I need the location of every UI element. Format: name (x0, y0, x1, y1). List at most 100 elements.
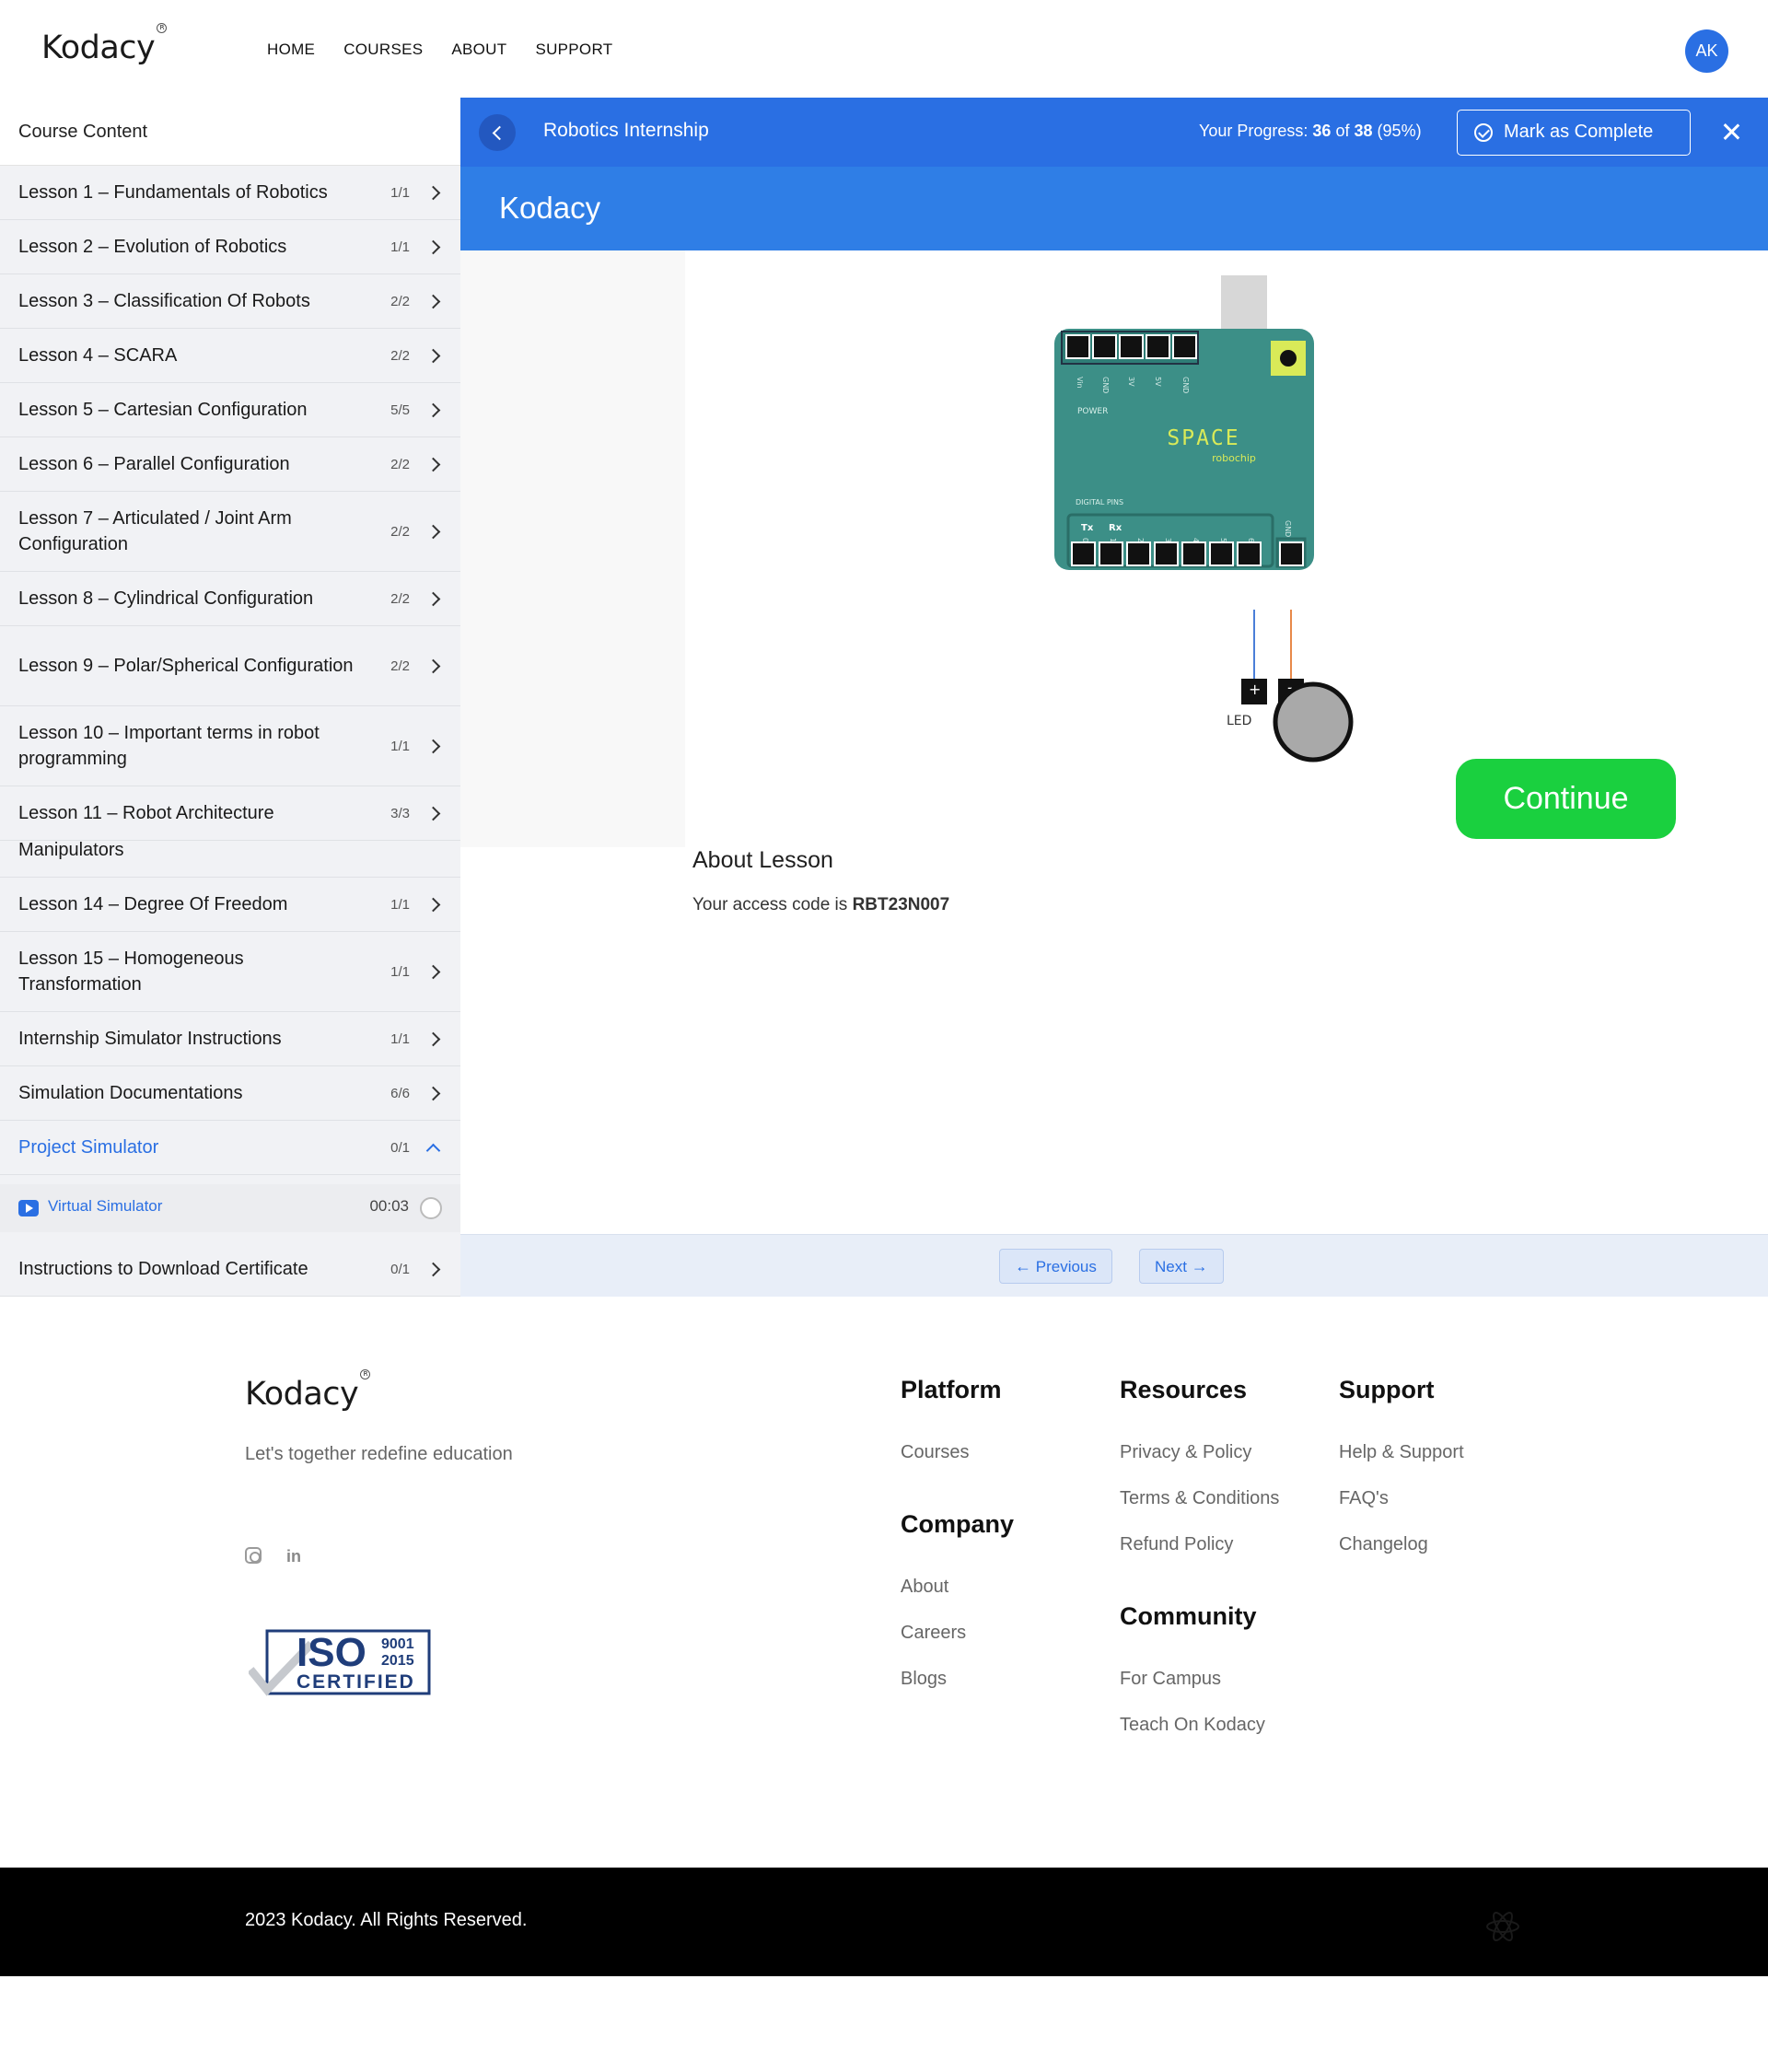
footer-link-terms[interactable]: Terms & Conditions (1120, 1488, 1279, 1509)
nav-support[interactable]: SUPPORT (535, 41, 612, 59)
gnd-pin-label: GND (1284, 520, 1292, 537)
chevron-right-icon (425, 348, 441, 363)
lesson-item-12-partial[interactable]: Manipulators (0, 841, 460, 878)
logo-text: Kodacy (41, 29, 156, 66)
mark-complete-label: Mark as Complete (1504, 122, 1654, 142)
progress-label: Your Progress: (1199, 122, 1309, 140)
completion-radio[interactable] (420, 1197, 442, 1219)
pin-label: 3V (1127, 377, 1135, 387)
check-circle-icon (1474, 123, 1493, 142)
lesson-item-project-simulator[interactable]: Project Simulator 0/1 (0, 1121, 460, 1175)
sub-item-row: Virtual Simulator 00:03 (0, 1184, 460, 1232)
iso-certified-text: CERTIFIED (297, 1671, 415, 1693)
content-banner: Kodacy (460, 167, 1768, 250)
footer-link-courses[interactable]: Courses (901, 1442, 969, 1463)
kodacy-logo[interactable]: Kodacy R (41, 23, 168, 66)
lesson-count: 1/1 (390, 1030, 410, 1047)
nav-home[interactable]: HOME (267, 41, 315, 59)
lesson-item-10[interactable]: Lesson 10 – Important terms in robot pro… (0, 706, 460, 786)
linkedin-icon[interactable]: in (286, 1547, 305, 1566)
progress-total: 38 (1354, 122, 1373, 140)
chevron-right-icon (425, 185, 441, 200)
lesson-title: Lesson 8 – Cylindrical Configuration (18, 588, 314, 609)
user-avatar[interactable]: AK (1685, 29, 1728, 73)
course-content-sidebar: Course Content Lesson 1 – Fundamentals o… (0, 98, 460, 1297)
site-footer: Kodacy R Let's together redefine educatio… (0, 1297, 1768, 1868)
footer-link-teach[interactable]: Teach On Kodacy (1120, 1715, 1265, 1736)
footer-link-faqs[interactable]: FAQ's (1339, 1488, 1389, 1509)
back-button[interactable] (479, 114, 516, 151)
footer-heading-platform: Platform (901, 1376, 1002, 1403)
pin-label: 5V (1154, 377, 1162, 387)
progress-done: 36 (1312, 122, 1332, 140)
lesson-item-15[interactable]: Lesson 15 – Homogeneous Transformation 1… (0, 932, 460, 1012)
lesson-item-simulation-docs[interactable]: Simulation Documentations 6/6 (0, 1066, 460, 1121)
lesson-item-14[interactable]: Lesson 14 – Degree Of Freedom 1/1 (0, 878, 460, 932)
mark-as-complete-button[interactable]: Mark as Complete (1457, 110, 1691, 156)
lesson-count: 1/1 (390, 184, 410, 201)
chevron-right-icon (425, 739, 441, 753)
video-play-icon (18, 1200, 39, 1216)
nav-about[interactable]: ABOUT (451, 41, 506, 59)
lesson-count: 2/2 (390, 347, 410, 364)
lesson-title: Lesson 15 – Homogeneous Transformation (18, 949, 244, 995)
lesson-top-bar: Robotics Internship Your Progress: 36 of… (460, 98, 1768, 167)
footer-tagline: Let's together redefine education (245, 1444, 513, 1464)
access-code-label: Your access code is (692, 895, 848, 914)
footer-logo[interactable]: Kodacy R (245, 1369, 371, 1413)
footer-heading-community: Community (1120, 1602, 1257, 1630)
sub-item-virtual-simulator[interactable]: Virtual Simulator 00:03 (0, 1175, 460, 1242)
footer-link-blogs[interactable]: Blogs (901, 1669, 947, 1690)
lesson-item-download-certificate[interactable]: Instructions to Download Certificate 0/1 (0, 1242, 460, 1297)
board-brand-sub: robochip (1212, 452, 1256, 464)
power-pins (1065, 334, 1197, 359)
lesson-item-8[interactable]: Lesson 8 – Cylindrical Configuration 2/2 (0, 572, 460, 626)
close-icon[interactable] (1720, 121, 1742, 143)
chevron-right-icon (425, 1031, 441, 1046)
chevron-right-icon (425, 591, 441, 606)
footer-link-refund[interactable]: Refund Policy (1120, 1534, 1233, 1555)
footer-link-about[interactable]: About (901, 1577, 948, 1598)
rx-label: Rx (1109, 523, 1122, 533)
lesson-item-simulator-instructions[interactable]: Internship Simulator Instructions 1/1 (0, 1012, 460, 1066)
instagram-icon[interactable] (245, 1547, 262, 1564)
lesson-title: Lesson 14 – Degree Of Freedom (18, 894, 288, 914)
chevron-right-icon (425, 964, 441, 979)
progress-percent: (95%) (1377, 122, 1422, 140)
circuit-diagram: Vin GND 3V 5V GND POWER SPACE robochip D… (1054, 275, 1314, 704)
iso-number-2015: 2015 (381, 1653, 414, 1669)
chevron-right-icon (425, 402, 441, 417)
lesson-item-4[interactable]: Lesson 4 – SCARA 2/2 (0, 329, 460, 383)
top-header: Kodacy R HOME COURSES ABOUT SUPPORT AK (0, 0, 1768, 98)
copyright-bar: 2023 Kodacy. All Rights Reserved. (0, 1868, 1768, 1976)
next-button[interactable]: Next → (1139, 1249, 1224, 1284)
footer-link-careers[interactable]: Careers (901, 1623, 966, 1644)
footer-link-help[interactable]: Help & Support (1339, 1442, 1464, 1463)
lesson-count: 0/1 (390, 1139, 410, 1156)
footer-link-for-campus[interactable]: For Campus (1120, 1669, 1221, 1690)
lesson-item-7[interactable]: Lesson 7 – Articulated / Joint Arm Confi… (0, 492, 460, 572)
continue-button[interactable]: Continue (1456, 759, 1676, 839)
lesson-item-9[interactable]: Lesson 9 – Polar/Spherical Configuration… (0, 626, 460, 706)
footer-logo-text: Kodacy (245, 1376, 359, 1413)
led-label: LED (1227, 714, 1251, 728)
lesson-item-5[interactable]: Lesson 5 – Cartesian Configuration 5/5 (0, 383, 460, 437)
lesson-count: 2/2 (390, 523, 410, 540)
lesson-count: 1/1 (390, 963, 410, 980)
lesson-title: Lesson 5 – Cartesian Configuration (18, 400, 308, 420)
lesson-pager: ← Previous Next → (460, 1234, 1768, 1297)
lesson-item-3[interactable]: Lesson 3 – Classification Of Robots 2/2 (0, 274, 460, 329)
footer-link-changelog[interactable]: Changelog (1339, 1534, 1428, 1555)
lesson-item-11[interactable]: Lesson 11 – Robot Architecture 3/3 (0, 786, 460, 841)
footer-link-privacy[interactable]: Privacy & Policy (1120, 1442, 1251, 1463)
nav-courses[interactable]: COURSES (343, 41, 423, 59)
lesson-title: Internship Simulator Instructions (18, 1029, 282, 1049)
lesson-item-6[interactable]: Lesson 6 – Parallel Configuration 2/2 (0, 437, 460, 492)
chevron-right-icon (425, 1262, 441, 1276)
previous-button[interactable]: ← Previous (999, 1249, 1112, 1284)
tx-label: Tx (1081, 523, 1094, 533)
lesson-item-1[interactable]: Lesson 1 – Fundamentals of Robotics 1/1 (0, 166, 460, 220)
content-gutter (460, 250, 685, 847)
chevron-right-icon (425, 806, 441, 821)
lesson-item-2[interactable]: Lesson 2 – Evolution of Robotics 1/1 (0, 220, 460, 274)
